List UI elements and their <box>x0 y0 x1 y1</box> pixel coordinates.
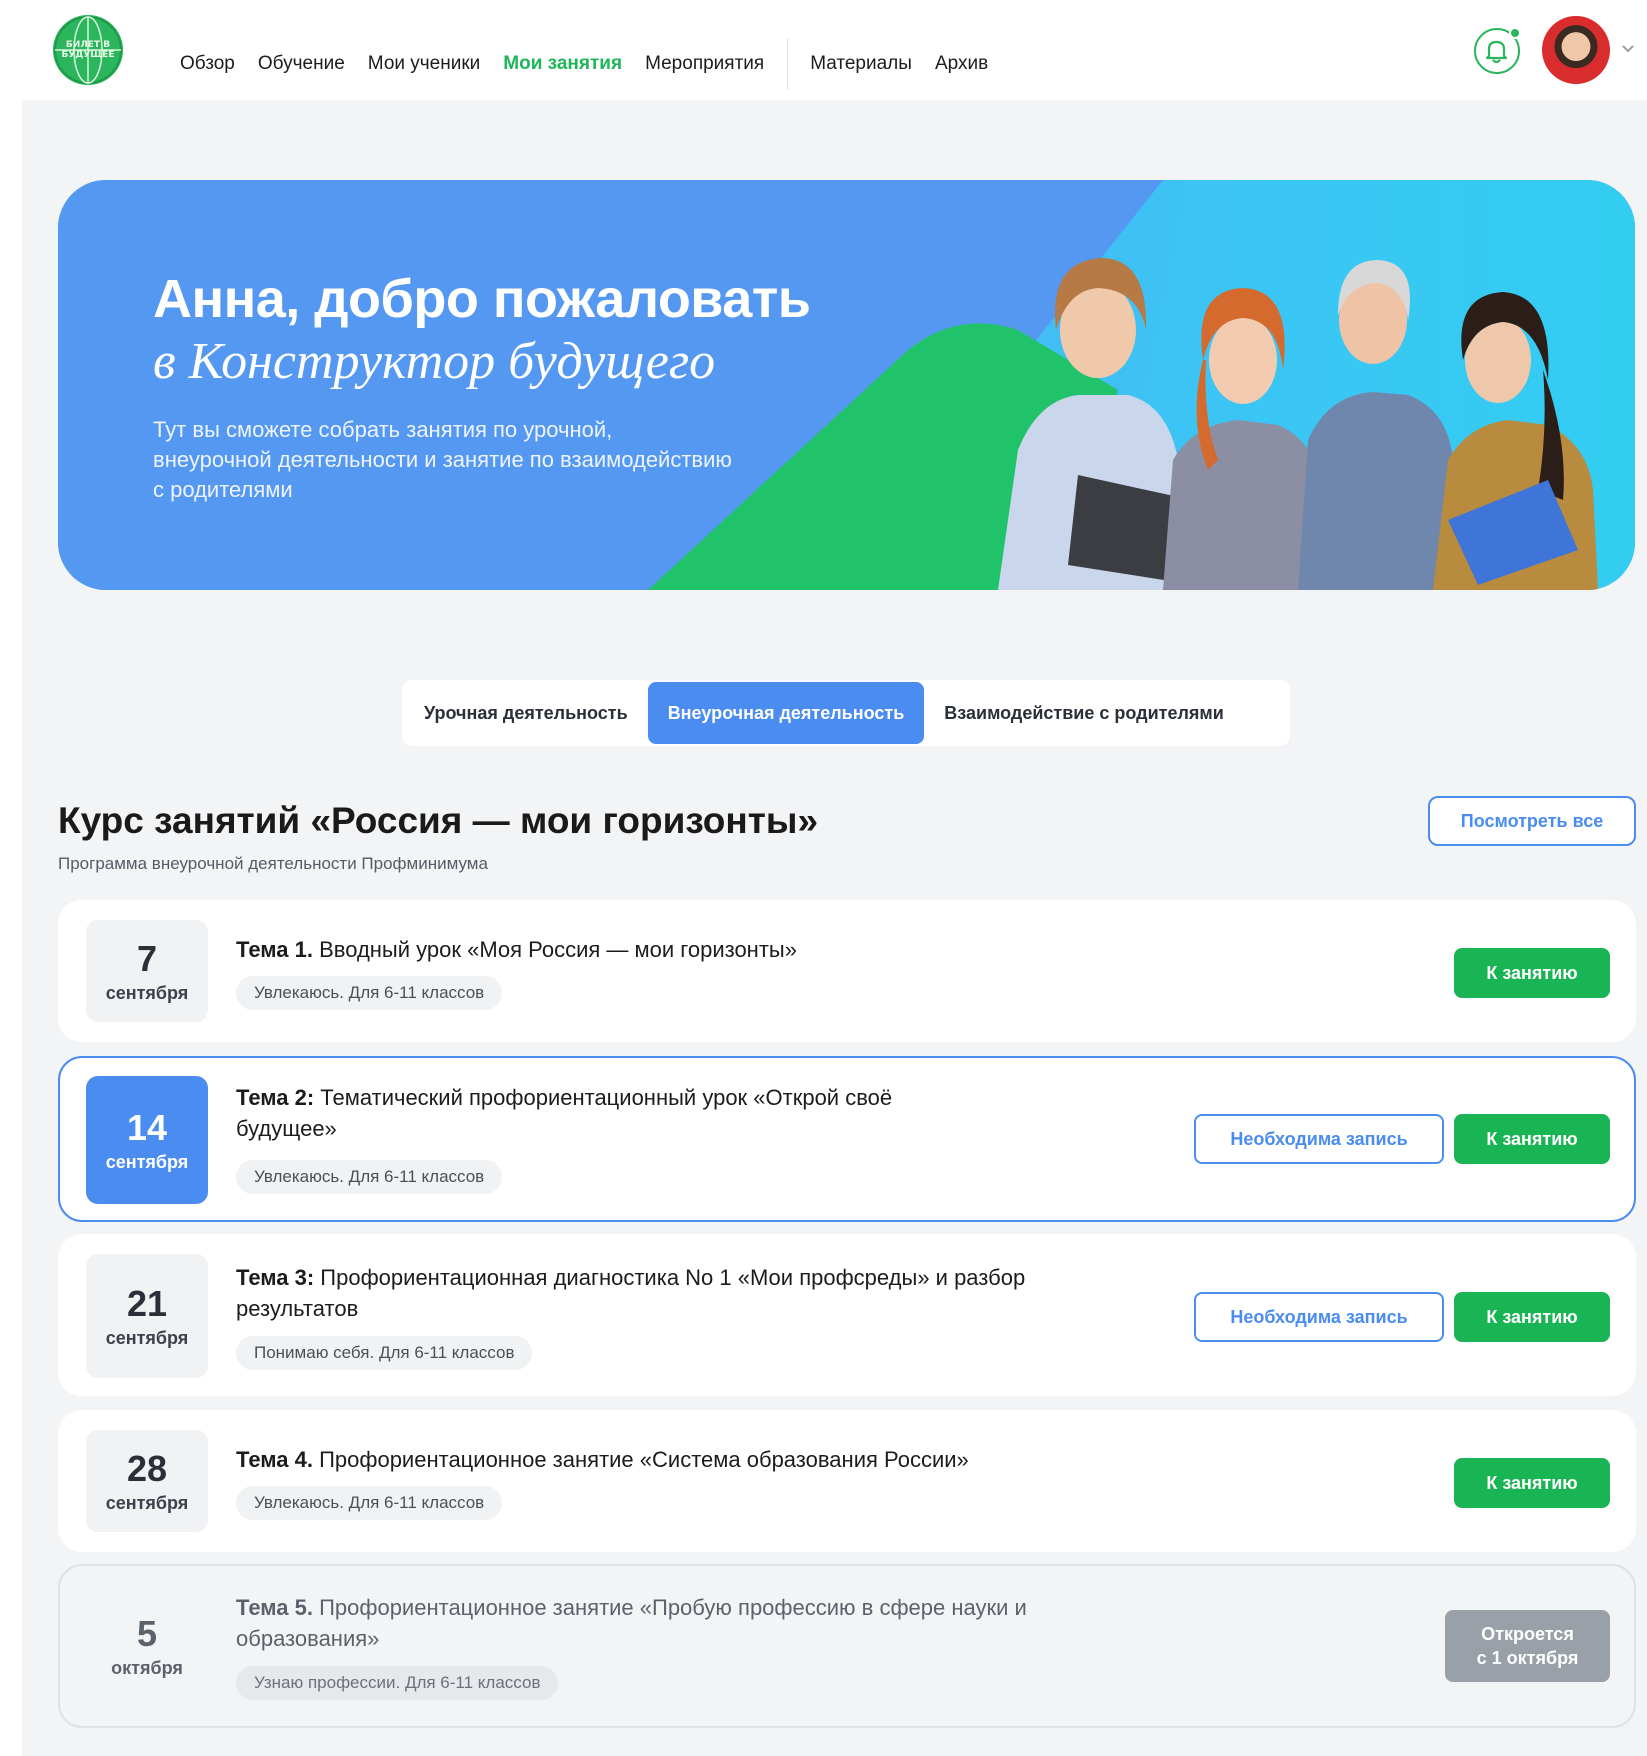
signup-required-button[interactable]: Необходима запись <box>1194 1114 1444 1164</box>
lesson-date: 14 сентября <box>86 1076 208 1204</box>
chevron-down-icon[interactable] <box>1620 40 1640 60</box>
lesson-day: 21 <box>126 1282 168 1324</box>
lesson-title: Тема 1. Вводный урок «Моя Россия — мои г… <box>236 934 1036 965</box>
nav-archive[interactable]: Архив <box>935 53 988 75</box>
lesson-name: Профориентационная диагностика No 1 «Мои… <box>236 1265 1026 1321</box>
lesson-card-locked: 5 октября Тема 5. Профориентационное зан… <box>58 1564 1636 1728</box>
lesson-topic: Тема 5. <box>236 1595 313 1620</box>
top-header: БИЛЕТ В БУДУЩЕЕ Обзор Обучение Мои учени… <box>0 0 1647 100</box>
lesson-title: Тема 2: Тематический профориентационный … <box>236 1082 976 1144</box>
course-subtitle: Программа внеурочной деятельности Профми… <box>58 854 488 873</box>
signup-required-button[interactable]: Необходима запись <box>1194 1292 1444 1342</box>
lesson-day: 7 <box>136 937 158 979</box>
course-title: Курс занятий «Россия — мои горизонты» <box>58 800 819 841</box>
lesson-name: Вводный урок «Моя Россия — мои горизонты… <box>312 937 797 962</box>
lesson-day: 28 <box>126 1447 168 1489</box>
welcome-banner: Анна, добро пожаловать в Конструктор буд… <box>58 180 1635 590</box>
nav-learning[interactable]: Обучение <box>258 53 345 75</box>
lesson-name: Профориентационное занятие «Пробую профе… <box>236 1595 1027 1651</box>
tab-lesson-activity[interactable]: Урочная деятельность <box>404 682 648 744</box>
lesson-date: 7 сентября <box>86 920 208 1022</box>
nav-my-lessons[interactable]: Мои занятия <box>503 53 622 75</box>
avatar[interactable] <box>1542 16 1610 84</box>
logo[interactable]: БИЛЕТ В БУДУЩЕЕ <box>53 15 123 85</box>
lesson-month: сентября <box>105 1327 189 1348</box>
go-to-lesson-button[interactable]: К занятию <box>1454 1292 1610 1342</box>
lesson-card: 21 сентября Тема 3: Профориентационная д… <box>58 1234 1636 1396</box>
nav-my-students[interactable]: Мои ученики <box>368 53 481 75</box>
activity-tabs: Урочная деятельность Внеурочная деятельн… <box>402 680 1290 746</box>
lesson-card: 14 сентября Тема 2: Тематический профори… <box>58 1056 1636 1222</box>
see-all-button[interactable]: Посмотреть все <box>1428 796 1636 846</box>
lesson-name: Профориентационное занятие «Система обра… <box>312 1447 969 1472</box>
logo-text: БИЛЕТ В БУДУЩЕЕ <box>61 40 115 60</box>
tab-parents-interaction[interactable]: Взаимодействие с родителями <box>924 682 1244 744</box>
nav-overview[interactable]: Обзор <box>180 53 235 75</box>
lesson-day: 5 <box>136 1612 158 1654</box>
lesson-card: 7 сентября Тема 1. Вводный урок «Моя Рос… <box>58 900 1636 1042</box>
lesson-tag: Увлекаюсь. Для 6-11 классов <box>236 976 503 1010</box>
lesson-topic: Тема 4. <box>236 1447 313 1472</box>
go-to-lesson-button[interactable]: К занятию <box>1454 1458 1610 1508</box>
banner-title: Анна, добро пожаловать <box>153 269 811 329</box>
notifications-button[interactable] <box>1474 27 1521 74</box>
lesson-date: 21 сентября <box>86 1254 208 1378</box>
lesson-topic: Тема 3: <box>236 1265 315 1290</box>
lesson-topic: Тема 2: <box>236 1085 315 1110</box>
lesson-date: 5 октября <box>86 1584 208 1708</box>
lesson-date: 28 сентября <box>86 1430 208 1532</box>
main-content: Анна, добро пожаловать в Конструктор буд… <box>22 100 1647 1756</box>
tab-extracurricular-activity[interactable]: Внеурочная деятельность <box>647 682 925 744</box>
lesson-tag: Увлекаюсь. Для 6-11 классов <box>236 1160 503 1194</box>
lesson-month: сентября <box>105 1492 189 1513</box>
nav-materials[interactable]: Материалы <box>810 53 912 75</box>
lesson-day: 14 <box>126 1106 168 1148</box>
lesson-topic: Тема 1. <box>236 937 313 962</box>
lesson-title: Тема 5. Профориентационное занятие «Проб… <box>236 1592 1076 1654</box>
lesson-title: Тема 4. Профориентационное занятие «Сист… <box>236 1444 1136 1475</box>
lesson-tag: Увлекаюсь. Для 6-11 классов <box>236 1486 503 1520</box>
lesson-card: 28 сентября Тема 4. Профориентационное з… <box>58 1410 1636 1552</box>
lesson-month: сентября <box>105 982 189 1003</box>
lesson-tag: Узнаю профессии. Для 6-11 классов <box>236 1666 559 1700</box>
go-to-lesson-button[interactable]: К занятию <box>1454 948 1610 998</box>
nav-events[interactable]: Мероприятия <box>645 53 764 75</box>
go-to-lesson-button[interactable]: К занятию <box>1454 1114 1610 1164</box>
lesson-title: Тема 3: Профориентационная диагностика N… <box>236 1262 1056 1324</box>
locked-lesson-button[interactable]: Откроется с 1 октября <box>1445 1610 1610 1682</box>
lesson-tag: Понимаю себя. Для 6-11 классов <box>236 1336 533 1370</box>
banner-description: Тут вы сможете собрать занятия по урочно… <box>153 417 732 502</box>
people-illustration <box>998 258 1598 590</box>
lesson-month: сентября <box>105 1151 189 1172</box>
lesson-name: Тематический профориентационный урок «От… <box>236 1085 893 1141</box>
banner-subtitle: в Конструктор будущего <box>153 333 716 390</box>
lesson-month: октября <box>111 1657 183 1678</box>
notification-dot <box>1509 27 1521 39</box>
nav-divider <box>787 38 789 90</box>
main-nav: Обзор Обучение Мои ученики Мои занятия М… <box>180 38 1011 90</box>
